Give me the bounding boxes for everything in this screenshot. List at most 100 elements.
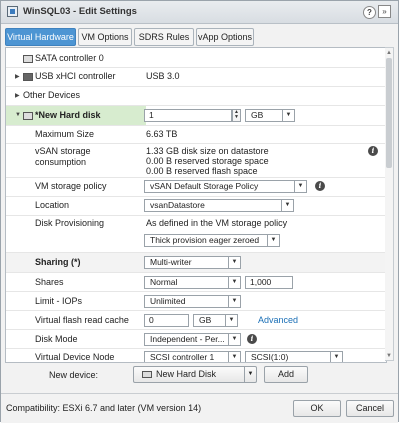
- disk-mode-select[interactable]: Independent - Per... ▼: [144, 333, 241, 346]
- dialog-footer: Compatibility: ESXi 6.7 and later (VM ve…: [1, 393, 398, 423]
- scrollbar-thumb[interactable]: [386, 58, 392, 168]
- chevron-down-icon: ▼: [228, 352, 240, 362]
- new-device-bar: New device: New Hard Disk ▼ Add: [5, 365, 395, 387]
- sata-controller-icon: [23, 55, 33, 63]
- chevron-down-icon: ▼: [330, 352, 342, 362]
- info-icon[interactable]: i: [368, 146, 378, 156]
- list-item: Sharing (*) Multi-writer ▼: [6, 253, 386, 272]
- usb-value: USB 3.0: [146, 71, 180, 81]
- list-item[interactable]: ▶ USB xHCI controller USB 3.0: [6, 68, 386, 86]
- flash-cache-unit-select[interactable]: GB ▼: [193, 314, 238, 327]
- hard-disk-icon: [142, 371, 152, 378]
- chevron-down-icon: ▼: [228, 334, 240, 345]
- disk-size-stepper[interactable]: ▲ ▼: [232, 109, 241, 122]
- provisioning-select[interactable]: Thick provision eager zeroed ▼: [144, 234, 280, 247]
- chevron-down-icon: ▼: [267, 235, 279, 246]
- sharing-select[interactable]: Multi-writer ▼: [144, 256, 241, 269]
- disk-size-input[interactable]: 1: [144, 109, 232, 122]
- expand-arrow-icon[interactable]: ▶: [15, 92, 20, 99]
- list-item: Limit - IOPs Unlimited ▼: [6, 292, 386, 310]
- new-device-label: New device:: [49, 370, 99, 380]
- vsan-line1: 1.33 GB disk size on datastore: [146, 146, 269, 156]
- location-label: Location: [35, 200, 70, 210]
- add-device-button[interactable]: Add: [264, 366, 308, 383]
- title-bar[interactable]: WinSQL03 - Edit Settings ? »: [1, 1, 398, 24]
- disk-mode-value: Independent - Per...: [150, 334, 225, 344]
- sharing-value: Multi-writer: [150, 257, 192, 267]
- disk-unit-select[interactable]: GB ▼: [245, 109, 295, 122]
- vsan-label-line2: consumption: [35, 157, 87, 167]
- tab-virtual-hardware[interactable]: Virtual Hardware: [5, 28, 76, 46]
- flash-cache-label: Virtual flash read cache: [35, 315, 129, 325]
- chevron-down-icon: ▼: [244, 367, 256, 382]
- cancel-button[interactable]: Cancel: [346, 400, 394, 417]
- scroll-up-icon[interactable]: ▲: [386, 50, 392, 56]
- new-device-value: New Hard Disk: [156, 369, 217, 379]
- info-icon[interactable]: i: [315, 181, 325, 191]
- limit-iops-label: Limit - IOPs: [35, 296, 83, 306]
- list-item: Maximum Size 6.63 TB: [6, 126, 386, 143]
- list-item: Virtual flash read cache 0 GB ▼ Advanced: [6, 311, 386, 329]
- shares-select[interactable]: Normal ▼: [144, 276, 241, 289]
- disk-unit-value: GB: [251, 110, 264, 120]
- new-hard-disk-label: *New Hard disk: [35, 110, 101, 120]
- ok-button[interactable]: OK: [293, 400, 341, 417]
- list-item[interactable]: ▼ *New Hard disk 1 ▲ ▼ GB ▼: [6, 106, 386, 125]
- expand-arrow-icon[interactable]: ▶: [15, 73, 20, 80]
- provisioning-note: As defined in the VM storage policy: [146, 218, 288, 228]
- provisioning-value: Thick provision eager zeroed: [150, 235, 260, 245]
- tab-vm-options[interactable]: VM Options: [78, 28, 132, 46]
- list-item[interactable]: ▶ Other Devices: [6, 87, 386, 105]
- vm-icon: [7, 6, 18, 17]
- list-item: vSAN storage consumption 1.33 GB disk si…: [6, 144, 386, 177]
- chevron-down-icon: ▼: [228, 277, 240, 288]
- shares-amount-input[interactable]: 1,000: [245, 276, 293, 289]
- new-device-select[interactable]: New Hard Disk ▼: [133, 366, 257, 383]
- chevron-down-icon: ▼: [294, 181, 306, 192]
- flash-cache-input[interactable]: 0: [144, 314, 189, 327]
- usb-label: USB xHCI controller: [35, 71, 116, 81]
- help-icon[interactable]: ?: [363, 6, 376, 19]
- chevron-down-icon: ▼: [282, 110, 294, 121]
- other-devices-label: Other Devices: [23, 90, 81, 100]
- vsan-line2: 0.00 B reserved storage space: [146, 156, 269, 166]
- compatibility-text: Compatibility: ESXi 6.7 and later (VM ve…: [6, 403, 202, 413]
- edit-settings-dialog: WinSQL03 - Edit Settings ? » Virtual Har…: [0, 0, 399, 423]
- shares-label: Shares: [35, 277, 64, 287]
- vertical-scrollbar[interactable]: ▲ ▼: [385, 47, 394, 361]
- hardware-list[interactable]: SATA controller 0 ▶ USB xHCI controller …: [5, 47, 387, 363]
- chevron-down-icon: ▼: [225, 315, 237, 326]
- usb-icon: [23, 73, 33, 81]
- storage-policy-select[interactable]: vSAN Default Storage Policy ▼: [144, 180, 307, 193]
- vsan-label-line1: vSAN storage: [35, 146, 91, 156]
- flash-cache-unit-value: GB: [199, 315, 212, 325]
- scroll-down-icon[interactable]: ▼: [386, 353, 392, 359]
- expand-icon[interactable]: »: [378, 5, 391, 18]
- storage-policy-label: VM storage policy: [35, 181, 107, 191]
- shares-value: Normal: [150, 277, 178, 287]
- storage-policy-value: vSAN Default Storage Policy: [150, 181, 259, 191]
- tab-sdrs-rules[interactable]: SDRS Rules: [134, 28, 194, 46]
- chevron-down-icon: ▼: [228, 257, 240, 268]
- chevron-down-icon: ▼: [281, 200, 293, 211]
- list-item: VM storage policy vSAN Default Storage P…: [6, 178, 386, 196]
- max-size-label: Maximum Size: [35, 129, 95, 139]
- limit-iops-select[interactable]: Unlimited ▼: [144, 295, 241, 308]
- hard-disk-icon: [23, 112, 33, 120]
- list-item: Disk Provisioning As defined in the VM s…: [6, 216, 386, 252]
- collapse-arrow-icon[interactable]: ▼: [15, 112, 21, 118]
- tab-vapp-options[interactable]: vApp Options: [196, 28, 254, 46]
- controller-value: SCSI controller 1: [150, 352, 215, 362]
- info-icon[interactable]: i: [247, 334, 257, 344]
- advanced-link[interactable]: Advanced: [258, 315, 298, 325]
- list-item: Disk Mode Independent - Per... ▼ i: [6, 330, 386, 348]
- scsi-slot-select[interactable]: SCSI(1:0) ▼: [245, 351, 343, 362]
- limit-iops-value: Unlimited: [150, 296, 186, 306]
- sata-label: SATA controller 0: [35, 53, 104, 63]
- list-item: Shares Normal ▼ 1,000: [6, 273, 386, 291]
- location-select[interactable]: vsanDatastore ▼: [144, 199, 294, 212]
- controller-select[interactable]: SCSI controller 1 ▼: [144, 351, 241, 362]
- max-size-value: 6.63 TB: [146, 129, 178, 139]
- list-item[interactable]: SATA controller 0: [6, 50, 386, 67]
- location-value: vsanDatastore: [150, 200, 205, 210]
